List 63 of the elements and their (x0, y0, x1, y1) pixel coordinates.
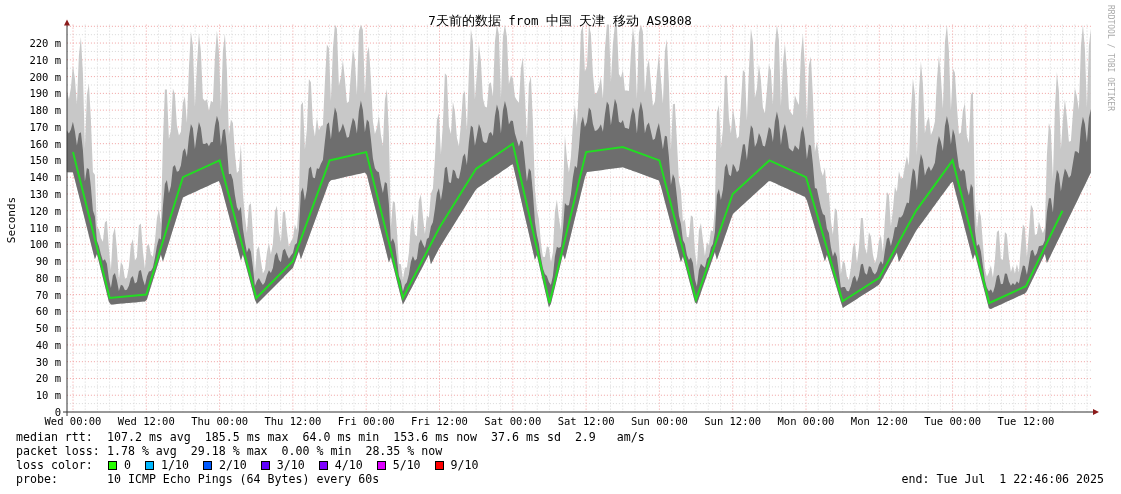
probe-text: 10 ICMP Echo Pings (64 Bytes) every 60s (107, 472, 380, 486)
legend-label: loss color: (16, 458, 94, 472)
legend-label: median rtt: (16, 430, 94, 444)
legend-label: 9/10 (450, 458, 479, 472)
y-tick-label: 10 m (35, 389, 61, 402)
y-tick-label: 60 m (35, 305, 61, 318)
x-tick-label: Fri 00:00 (337, 415, 395, 427)
y-tick-label: 0 (54, 406, 61, 418)
y-tick-label: 70 m (35, 288, 61, 301)
x-tick-label: Sat 00:00 (484, 415, 542, 427)
x-tick-label: Tue 00:00 (924, 415, 982, 427)
legend-label: 0 (124, 458, 131, 472)
y-tick-label: 160 m (29, 137, 61, 150)
x-tick-label: Wed 12:00 (117, 415, 175, 427)
y-tick-label: 150 m (29, 154, 61, 167)
y-tick-label: 120 m (29, 204, 61, 217)
y-tick-label: 210 m (29, 53, 61, 66)
chart-title: 7天前的数据 from 中国 天津 移动 AS9808 (428, 13, 692, 28)
stat-value: 37.6 ms sd (491, 430, 561, 444)
y-tick-label: 40 m (35, 338, 61, 351)
x-tick-label: Mon 12:00 (850, 415, 908, 427)
y-tick-label: 20 m (35, 372, 61, 385)
x-tick-label: Sun 12:00 (704, 415, 762, 427)
stat-value: 1.78 % avg (107, 444, 177, 458)
y-tick-label: 170 m (29, 120, 61, 133)
legend-label: 4/10 (334, 458, 363, 472)
y-tick-label: 200 m (29, 70, 61, 83)
credit-text: RRDTOOL / TOBI OETIKER (1106, 5, 1115, 111)
x-tick-label: Thu 12:00 (264, 415, 322, 427)
y-tick-label: 140 m (29, 171, 61, 184)
stat-value: 29.18 % max (190, 444, 268, 458)
y-tick-label: 30 m (35, 355, 61, 368)
x-tick-label: Thu 00:00 (191, 415, 249, 427)
y-tick-label: 220 m (29, 37, 61, 50)
stat-value: 2.9 am/s (574, 430, 645, 444)
stat-value: 153.6 ms now (393, 430, 478, 444)
y-tick-label: 100 m (29, 238, 61, 251)
y-tick-label: 130 m (29, 188, 61, 200)
x-tick-label: Wed 00:00 (44, 415, 102, 427)
legend-label: 3/10 (276, 458, 305, 472)
stat-value: 28.35 % now (365, 444, 443, 458)
x-tick-label: Mon 00:00 (777, 415, 835, 427)
legend-label: 2/10 (218, 458, 247, 472)
y-tick-label: 180 m (29, 104, 61, 117)
stat-value: 185.5 ms max (204, 430, 289, 444)
stat-value: 0.00 % min (281, 444, 352, 458)
x-tick-label: Tue 12:00 (997, 415, 1055, 427)
x-tick-label: Sat 12:00 (557, 415, 615, 427)
legend-label: probe: (16, 472, 59, 486)
x-tick-label: Fri 12:00 (411, 415, 468, 427)
y-tick-label: 190 m (29, 87, 61, 100)
y-tick-label: 80 m (35, 271, 61, 284)
x-tick-label: Sun 00:00 (630, 415, 688, 427)
legend-label: 1/10 (161, 458, 189, 472)
stat-value: 64.0 ms min (302, 430, 380, 444)
stat-value: 107.2 ms avg (107, 430, 191, 444)
end-time: end: Tue Jul 1 22:46:06 2025 (901, 472, 1104, 486)
y-tick-label: 110 m (29, 221, 61, 234)
legend-label: packet loss: (16, 444, 101, 458)
axis-title: Seconds (5, 196, 18, 244)
y-tick-label: 50 m (35, 322, 61, 335)
legend-label: 5/10 (392, 458, 421, 472)
y-tick-label: 90 m (35, 255, 61, 268)
